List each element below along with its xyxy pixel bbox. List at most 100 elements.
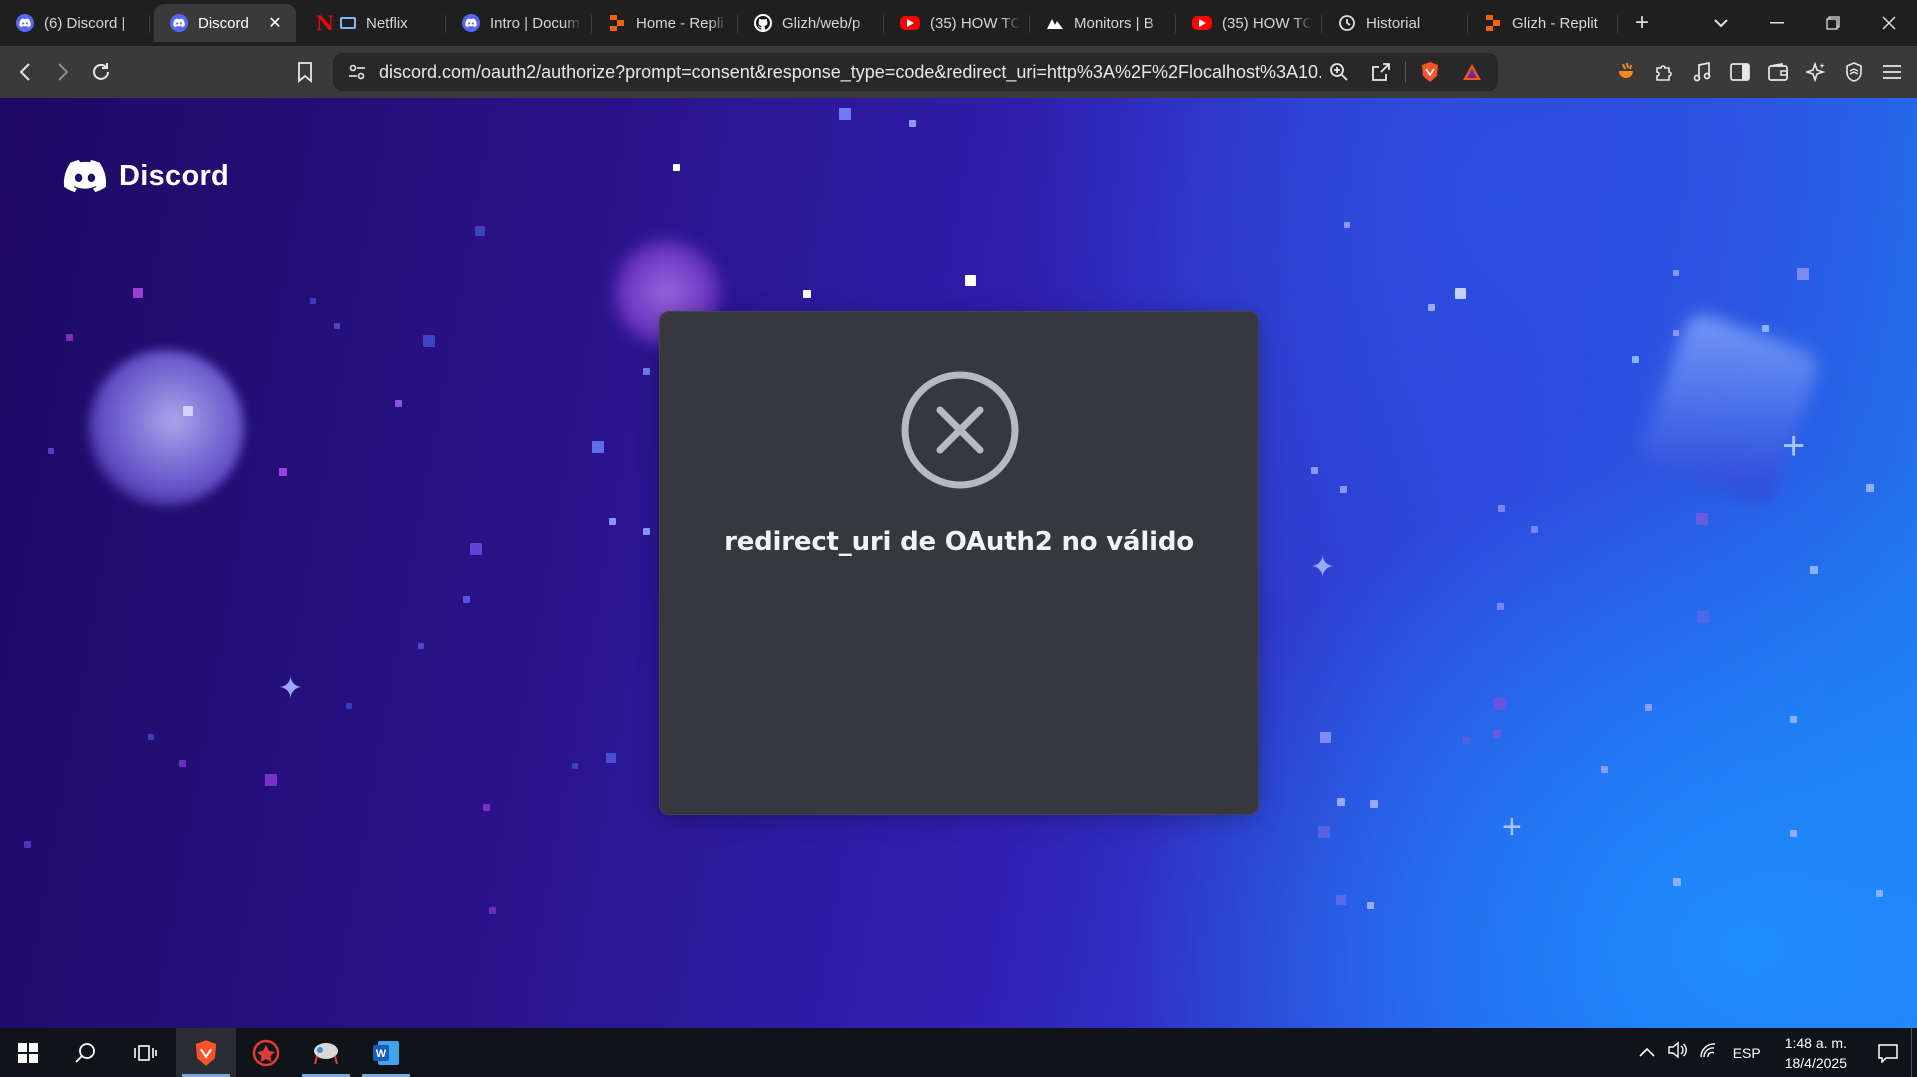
wallet-icon[interactable]	[1759, 53, 1797, 91]
search-button[interactable]	[56, 1028, 116, 1077]
tab-discord-notifications[interactable]: (6) Discord |	[0, 4, 150, 42]
network-icon[interactable]	[1693, 1042, 1723, 1063]
start-button[interactable]	[0, 1028, 56, 1077]
reload-button[interactable]	[82, 53, 120, 91]
history-icon	[1338, 14, 1356, 32]
error-message: redirect_uri de OAuth2 no válido	[724, 527, 1194, 557]
tab-replit-glizh[interactable]: Glizh - Replit	[1468, 4, 1618, 42]
address-bar[interactable]: discord.com/oauth2/authorize?prompt=cons…	[333, 53, 1498, 91]
star-decoration	[1697, 611, 1709, 623]
tab-monitors[interactable]: Monitors | B	[1030, 4, 1176, 42]
star-decoration	[1790, 830, 1797, 837]
site-settings-icon[interactable]	[347, 62, 367, 82]
star-decoration	[66, 334, 73, 341]
tab-discord-active[interactable]: Discord ✕	[154, 4, 296, 42]
leo-ai-icon[interactable]	[1797, 53, 1835, 91]
star-decoration	[463, 596, 470, 603]
tab-title: Historial	[1366, 14, 1421, 32]
brave-rewards-icon[interactable]	[1454, 53, 1490, 91]
menu-icon[interactable]	[1873, 53, 1911, 91]
close-window-button[interactable]	[1861, 0, 1917, 46]
tab-youtube-2[interactable]: (35) HOW TC	[1176, 4, 1322, 42]
star-decoration	[1498, 505, 1505, 512]
new-tab-button[interactable]: +	[1624, 5, 1660, 41]
share-icon[interactable]	[1363, 53, 1399, 91]
star-decoration	[1311, 467, 1318, 474]
star-decoration	[1428, 304, 1435, 311]
language-indicator[interactable]: ESP	[1723, 1045, 1771, 1061]
star-decoration	[133, 288, 143, 298]
zoom-icon[interactable]	[1321, 53, 1357, 91]
star-decoration	[1762, 325, 1769, 332]
tab-github[interactable]: Glizh/web/p	[738, 4, 884, 42]
discord-logo[interactable]: Discord	[63, 160, 229, 193]
minimize-button[interactable]	[1749, 0, 1805, 46]
windows-taskbar: W ESP 1:48 a. m. 18/4/2025	[0, 1028, 1917, 1077]
extensions-puzzle-icon[interactable]	[1645, 53, 1683, 91]
extension-icon[interactable]	[1607, 53, 1645, 91]
star-decoration	[1866, 484, 1874, 492]
star-decoration	[265, 774, 277, 786]
tab-replit-home[interactable]: Home - Repli	[592, 4, 738, 42]
star-decoration	[148, 734, 154, 740]
star-decoration	[909, 120, 916, 127]
star-decoration	[643, 528, 650, 535]
app-icon	[314, 1042, 338, 1064]
tab-title: Discord	[198, 14, 249, 32]
forward-button[interactable]	[44, 53, 82, 91]
youtube-icon	[900, 16, 920, 30]
star-decoration	[1790, 716, 1797, 723]
tab-title: Intro | Docum	[490, 14, 580, 32]
volume-icon[interactable]	[1661, 1041, 1693, 1064]
vpn-shield-icon[interactable]	[1835, 53, 1873, 91]
star-decoration	[483, 804, 490, 811]
error-card: redirect_uri de OAuth2 no válido	[659, 311, 1259, 815]
tray-overflow-icon[interactable]	[1633, 1044, 1661, 1062]
taskbar-app-snipping[interactable]	[296, 1028, 356, 1077]
tab-title: (6) Discord |	[44, 14, 126, 32]
netflix-icon: N	[315, 11, 335, 35]
star-decoration	[1601, 766, 1608, 773]
discord-icon	[462, 14, 480, 32]
star-decoration	[1367, 902, 1374, 909]
star-decoration	[1673, 330, 1679, 336]
tab-title: (35) HOW TC	[930, 14, 1020, 32]
clock[interactable]: 1:48 a. m. 18/4/2025	[1771, 1033, 1865, 1073]
tab-netflix[interactable]: N Netflix	[300, 4, 446, 42]
clock-time: 1:48 a. m.	[1784, 1034, 1847, 1051]
bookmark-button[interactable]	[286, 53, 324, 91]
taskbar-brave-browser[interactable]	[176, 1028, 236, 1077]
url-text[interactable]: discord.com/oauth2/authorize?prompt=cons…	[379, 62, 1321, 83]
star-decoration	[48, 448, 54, 454]
star-decoration	[1632, 356, 1639, 363]
notifications-button[interactable]	[1865, 1028, 1911, 1077]
task-view-button[interactable]	[116, 1028, 176, 1077]
tab-discord-docs[interactable]: Intro | Docum	[446, 4, 592, 42]
tab-search-button[interactable]	[1693, 0, 1749, 46]
brave-shields-icon[interactable]	[1412, 53, 1448, 91]
media-music-icon[interactable]	[1683, 53, 1721, 91]
window-controls	[1693, 0, 1917, 46]
taskbar-word[interactable]: W	[356, 1028, 416, 1077]
tab-youtube-1[interactable]: (35) HOW TC	[884, 4, 1030, 42]
star-decoration	[418, 643, 424, 649]
discord-oauth-page: ✦ ✦ + + Discord redirect_uri de OAuth2 n…	[0, 98, 1917, 1028]
show-desktop-button[interactable]	[1911, 1028, 1917, 1077]
tab-history[interactable]: Historial	[1322, 4, 1468, 42]
browser-toolbar: discord.com/oauth2/authorize?prompt=cons…	[0, 46, 1917, 98]
back-button[interactable]	[6, 53, 44, 91]
svg-text:W: W	[376, 1048, 387, 1060]
star-decoration	[839, 108, 851, 120]
star-decoration	[183, 406, 193, 416]
address-bar-actions	[1321, 53, 1498, 91]
tab-title: Monitors | B	[1074, 14, 1154, 32]
taskbar-app-red[interactable]	[236, 1028, 296, 1077]
sidebar-icon[interactable]	[1721, 53, 1759, 91]
sparkle-decoration: +	[1782, 424, 1806, 468]
star-decoration	[395, 400, 402, 407]
restore-button[interactable]	[1805, 0, 1861, 46]
close-tab-icon[interactable]: ✕	[264, 12, 286, 34]
divider	[1405, 61, 1406, 83]
star-decoration	[673, 164, 680, 171]
star-decoration	[310, 298, 316, 304]
